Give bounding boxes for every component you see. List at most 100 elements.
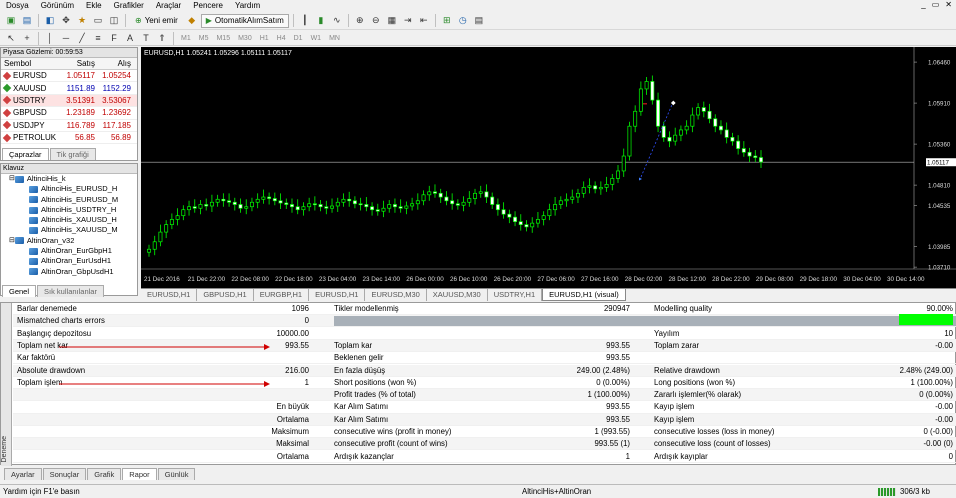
horizontal-line-icon[interactable]: ─ (59, 32, 73, 45)
candle (667, 131, 672, 148)
col-bid[interactable]: Satış (61, 59, 95, 68)
chart-tab[interactable]: EURGBP,H1 (254, 289, 310, 301)
bar-chart-icon[interactable]: ┃ (298, 14, 312, 27)
terminal-icon[interactable]: ▭ (91, 14, 105, 27)
chart-shift-icon[interactable]: ⇤ (417, 14, 431, 27)
market-row[interactable]: PETROLUK 56.85 56.89 (1, 132, 137, 145)
chart-tab[interactable]: EURUSD,M30 (365, 289, 427, 301)
timeframe-m15[interactable]: M15 (213, 35, 233, 42)
tab-settings[interactable]: Ayarlar (4, 468, 42, 480)
zoom-out-icon[interactable]: ⊖ (369, 14, 383, 27)
autoscroll-icon[interactable]: ⇥ (401, 14, 415, 27)
tester-icon[interactable]: ◫ (107, 14, 121, 27)
autotrading-button[interactable]: ▶ OtomatikAlımSatım (200, 13, 289, 28)
minimize-icon[interactable]: _ (921, 0, 925, 9)
candlestick-icon[interactable]: ▮ (314, 14, 328, 27)
market-row[interactable]: EURUSD 1.05117 1.05254 (1, 70, 137, 83)
col-symbol[interactable]: Sembol (1, 59, 61, 68)
chart-tab[interactable]: EURUSD,H1 (141, 289, 198, 301)
navigator-item[interactable]: AltinOran_EurGbpH1 (1, 246, 137, 256)
tab-crosses[interactable]: Çaprazlar (2, 148, 49, 160)
tab-report[interactable]: Rapor (122, 468, 157, 480)
crosshair-icon[interactable]: + (20, 32, 34, 45)
timeframe-mn[interactable]: MN (326, 35, 343, 42)
collapse-icon[interactable]: ⊟ (9, 174, 15, 184)
metaeditor-icon[interactable]: ◆ (185, 14, 199, 27)
channel-icon[interactable]: ≡ (91, 32, 105, 45)
collapse-icon[interactable]: ⊟ (9, 236, 15, 246)
cursor-icon[interactable]: ↖ (4, 32, 18, 45)
label-icon[interactable]: T (139, 32, 153, 45)
candle (158, 224, 163, 247)
col-ask[interactable]: Alış (95, 59, 133, 68)
trendline-icon[interactable]: ╱ (75, 32, 89, 45)
navigator-item[interactable]: AltinOran_GbpUsdH1 (1, 267, 137, 277)
restore-icon[interactable]: ▭ (932, 0, 940, 9)
menu-grafikler[interactable]: Grafikler (108, 0, 150, 12)
vertical-line-icon[interactable]: │ (43, 32, 57, 45)
symbol-diamond-icon (2, 121, 12, 130)
report-label: Ortalama (276, 451, 309, 461)
tile-icon[interactable]: ▦ (385, 14, 399, 27)
time-tick-label: 27 Dec 16:00 (581, 276, 619, 283)
navigator-item[interactable]: AltinciHis_XAUUSD_H (1, 215, 137, 225)
timeframe-h4[interactable]: H4 (274, 35, 289, 42)
timeframe-m5[interactable]: M5 (196, 35, 212, 42)
tab-journal[interactable]: Günlük (157, 468, 196, 480)
new-chart-icon[interactable]: ▣ (4, 14, 18, 27)
new-order-button[interactable]: ⊕ Yeni emir (130, 14, 183, 28)
market-watch-icon[interactable]: ◧ (43, 14, 57, 27)
chart-tab[interactable]: USDTRY,H1 (488, 289, 543, 301)
market-row[interactable]: USDJPY 116.789 117.185 (1, 120, 137, 132)
tab-tick-chart[interactable]: Tik grafiği (49, 148, 96, 160)
zoom-in-icon[interactable]: ⊕ (353, 14, 367, 27)
navigator-item[interactable]: AltinciHis_USDTRY_H (1, 205, 137, 215)
chart-canvas[interactable]: EURUSD,H1 1.05241 1.05296 1.05111 1.0511… (141, 47, 956, 288)
line-chart-icon[interactable]: ∿ (330, 14, 344, 27)
candle (301, 202, 306, 216)
timeframe-d1[interactable]: D1 (291, 35, 306, 42)
fibonacci-icon[interactable]: F (107, 32, 121, 45)
tab-results[interactable]: Sonuçlar (42, 468, 87, 480)
market-watch-header: Sembol Satış Alış (1, 58, 137, 70)
menu-ekle[interactable]: Ekle (80, 0, 108, 12)
timeframe-m1[interactable]: M1 (178, 35, 194, 42)
profiles-icon[interactable]: ▤ (20, 14, 34, 27)
data-window-icon[interactable]: ✥ (59, 14, 73, 27)
navigator-item[interactable]: AltinOran_EurUsdH1 (1, 256, 137, 266)
menu-dosya[interactable]: Dosya (0, 0, 35, 12)
navigator-item[interactable]: AltinciHis_EURUSD_M (1, 195, 137, 205)
tab-graph[interactable]: Grafik (87, 468, 122, 480)
candle (347, 191, 352, 207)
menu-araclar[interactable]: Araçlar (150, 0, 187, 12)
menu-yardim[interactable]: Yardım (229, 0, 266, 12)
indicators-icon[interactable]: ⊞ (440, 14, 454, 27)
market-row[interactable]: XAUUSD 1151.89 1152.29 (1, 82, 137, 95)
tab-general[interactable]: Genel (2, 285, 37, 297)
navigator-item[interactable]: ⊟ AltinciHis_k (1, 174, 137, 184)
market-row[interactable]: USDTRY 3.51391 3.53067 (1, 94, 137, 108)
timeframe-w1[interactable]: W1 (308, 35, 325, 42)
navigator-item[interactable]: ⊟ AltinOran_v32 (1, 236, 137, 246)
text-icon[interactable]: A (123, 32, 137, 45)
navigator-item[interactable]: AltinciHis_EURUSD_H (1, 184, 137, 194)
market-row[interactable]: GBPUSD 1.23189 1.23692 (1, 107, 137, 120)
navigator-icon[interactable]: ★ (75, 14, 89, 27)
tab-favorites[interactable]: Sık kullanılanlar (37, 285, 104, 297)
navigator-item[interactable]: AltinciHis_XAUUSD_M (1, 225, 137, 235)
chart-tab[interactable]: GBPUSD,H1 (197, 289, 254, 301)
chart-tab[interactable]: XAUUSD,M30 (427, 289, 488, 301)
timeframe-h1[interactable]: H1 (257, 35, 272, 42)
menu-pencere[interactable]: Pencere (187, 0, 229, 12)
templates-icon[interactable]: ▤ (472, 14, 486, 27)
chart-tab[interactable]: EURUSD,H1 (309, 289, 366, 301)
arrows-icon[interactable]: ⇑ (155, 32, 169, 45)
chart-header: EURUSD,H1 1.05241 1.05296 1.05111 1.0511… (144, 50, 292, 57)
chart-tab[interactable]: EURUSD,H1 (visual) (542, 289, 626, 301)
candle (175, 208, 180, 226)
price-chart[interactable]: EURUSD,H1 1.05241 1.05296 1.05111 1.0511… (141, 47, 956, 288)
timeframe-m30[interactable]: M30 (235, 35, 255, 42)
menu-gorunum[interactable]: Görünüm (35, 0, 80, 12)
close-icon[interactable]: ✕ (945, 0, 952, 9)
periods-icon[interactable]: ◷ (456, 14, 470, 27)
